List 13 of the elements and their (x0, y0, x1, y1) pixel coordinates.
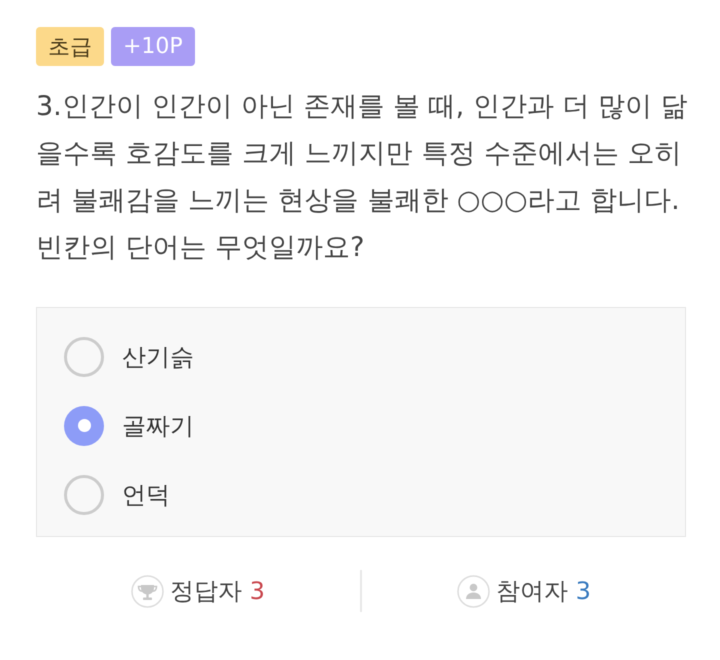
points-badge: +10P (111, 27, 195, 66)
person-icon (457, 574, 490, 608)
radio-button[interactable] (64, 406, 104, 446)
correct-count: 정답자 3 (170, 576, 265, 607)
option-label[interactable]: 언덕 (122, 478, 170, 510)
radio-button[interactable] (64, 336, 104, 376)
radio-button[interactable] (64, 474, 104, 514)
level-badge: 초급 (36, 27, 104, 66)
trophy-icon (131, 574, 164, 608)
option-label[interactable]: 산기슭 (122, 340, 194, 372)
participant-count: 참여자 3 (496, 576, 591, 607)
question-text: 3.인간이 인간이 아닌 존재를 볼 때, 인간과 더 많이 닮을수록 호감도를 크게 느끼지만 특정 수준에서는 오히려 불쾌감을 느끼는 현상을 불쾌한 ○○○라고 합니다. 빈칸의 단어는 무엇일까요? (36, 90, 689, 265)
option-label[interactable]: 골짜기 (122, 410, 194, 442)
